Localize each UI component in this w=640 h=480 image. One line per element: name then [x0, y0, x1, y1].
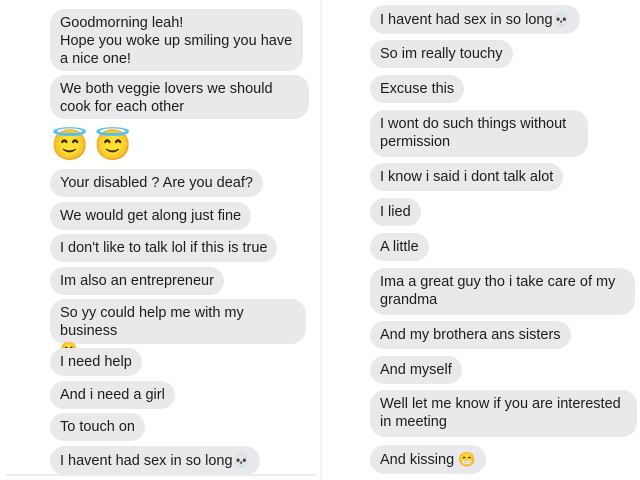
message-text: I lied — [380, 204, 411, 220]
message-bubble: I know i said i dont talk alot — [370, 163, 564, 191]
message-bubble: I havent had sex in so long💀 — [50, 446, 260, 475]
message-bubble: I need help — [50, 348, 142, 376]
message-bubble: I don't like to talk lol if this is true — [50, 234, 278, 262]
message-bubble: I lied — [370, 198, 421, 226]
message-text: A little — [380, 239, 419, 255]
message-text: And myself — [380, 362, 452, 378]
message-bubble: And i need a girl — [50, 381, 175, 409]
message-bubble: Ima a great guy tho i take care of my gr… — [370, 268, 635, 315]
skull-emoji-icon: 💀 — [552, 11, 570, 27]
message-text: Goodmorning leah! Hope you woke up smili… — [60, 15, 293, 67]
message-bubble: We both veggie lovers we should cook for… — [50, 75, 309, 119]
message-bubble: So im really touchy — [370, 40, 513, 68]
message-bubble: And kissing 😁 — [370, 445, 486, 474]
message-text: And i need a girl — [60, 387, 165, 403]
message-text: Excuse this — [380, 81, 455, 97]
message-bubble: And my brothera ans sisters — [370, 321, 571, 349]
message-text: Well let me know if you are interested i… — [380, 396, 625, 430]
message-text: I wont do such things without permission — [380, 116, 571, 150]
message-bubble: We would get along just fine — [50, 202, 252, 230]
skull-emoji-icon: 💀 — [232, 452, 250, 468]
message-text: And my brothera ans sisters — [380, 327, 561, 343]
message-bubble: Goodmorning leah! Hope you woke up smili… — [50, 9, 303, 71]
message-text: I know i said i dont talk alot — [380, 169, 554, 185]
message-bubble: To touch on — [50, 413, 145, 441]
message-bubble: I havent had sex in so long💀 — [370, 5, 580, 34]
divider — [6, 474, 316, 476]
message-bubble: Well let me know if you are interested i… — [370, 390, 637, 437]
message-bubble: Excuse this — [370, 75, 465, 103]
message-text: I don't like to talk lol if this is true — [60, 240, 268, 256]
message-text: I havent had sex in so long — [380, 12, 553, 28]
right-chat-panel: I havent had sex in so long💀 So im reall… — [322, 0, 640, 480]
message-text: So yy could help me with my business — [60, 305, 248, 339]
halo-emoji-message: 😇😇 — [51, 129, 138, 162]
message-text: Ima a great guy tho i take care of my gr… — [380, 274, 620, 308]
message-bubble: So yy could help me with my business😁 — [50, 299, 306, 357]
message-bubble: Im also an entrepreneur — [50, 267, 224, 295]
message-text: I need help — [60, 354, 132, 370]
message-bubble: And myself — [370, 356, 462, 384]
message-bubble: I wont do such things without permission — [370, 110, 588, 157]
grin-emoji-icon: 😁 — [458, 451, 476, 467]
message-text: So im really touchy — [380, 46, 503, 62]
message-text: We both veggie lovers we should cook for… — [60, 81, 277, 115]
message-bubble: Your disabled ? Are you deaf? — [50, 169, 263, 197]
message-text: To touch on — [60, 419, 135, 435]
message-bubble: A little — [370, 233, 429, 261]
message-text: Your disabled ? Are you deaf? — [60, 175, 253, 191]
message-text: We would get along just fine — [60, 208, 242, 224]
left-chat-panel: Goodmorning leah! Hope you woke up smili… — [0, 0, 320, 480]
message-text: Im also an entrepreneur — [60, 273, 214, 289]
message-text: I havent had sex in so long — [60, 453, 233, 469]
message-text: And kissing — [380, 452, 455, 468]
